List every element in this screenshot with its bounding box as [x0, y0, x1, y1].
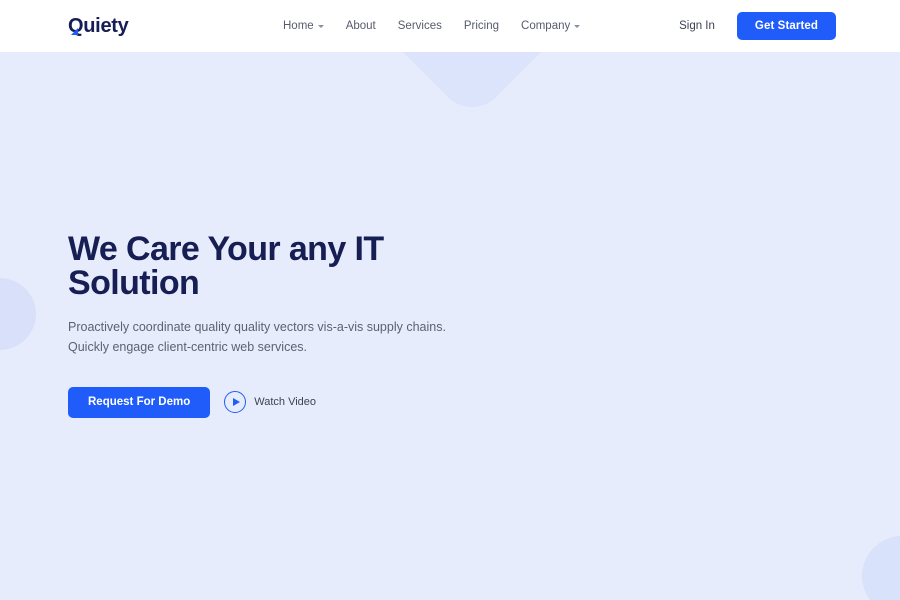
nav-item-company[interactable]: Company	[521, 20, 581, 32]
hero-content: We Care Your any IT Solution Proactively…	[68, 232, 468, 418]
play-icon	[224, 391, 247, 413]
nav-item-about-label: About	[345, 20, 376, 32]
nav-item-services[interactable]: Services	[398, 20, 442, 32]
nav-item-home[interactable]: Home	[283, 20, 324, 32]
nav-item-home-label: Home	[283, 20, 314, 32]
nav-item-about[interactable]: About	[346, 20, 376, 32]
nav-item-pricing-label: Pricing	[463, 20, 500, 32]
nav-item-services-label: Services	[397, 20, 442, 32]
watch-video-label: Watch Video	[254, 396, 317, 408]
logo-accent-icon	[71, 28, 78, 35]
logo-q-letter: Q	[68, 15, 84, 37]
hero-subtitle: Proactively coordinate quality quality v…	[68, 320, 446, 355]
request-demo-button[interactable]: Request For Demo	[68, 386, 211, 418]
chevron-down-icon	[317, 25, 324, 28]
logo[interactable]: Quiety	[68, 15, 129, 37]
background-circle-bottom-right	[862, 536, 900, 600]
landing-page: Quiety Home About Services Pricing Compa…	[0, 0, 900, 600]
page-title: We Care Your any IT Solution	[68, 230, 384, 302]
background-circle-left	[0, 278, 36, 350]
nav-item-pricing[interactable]: Pricing	[464, 20, 499, 32]
get-started-button[interactable]: Get Started	[736, 12, 836, 40]
main-navigation: Home About Services Pricing Company	[283, 20, 581, 32]
hero-artwork	[450, 110, 900, 530]
sign-in-link[interactable]: Sign In	[679, 20, 715, 32]
watch-video-link[interactable]: Watch Video	[224, 391, 316, 413]
logo-text: uiety	[83, 15, 129, 37]
chevron-down-icon	[574, 25, 581, 28]
site-header: Quiety Home About Services Pricing Compa…	[0, 0, 900, 52]
hero-cta-group: Request For Demo Watch Video	[68, 386, 468, 418]
nav-item-company-label: Company	[521, 20, 571, 32]
header-actions: Sign In Get Started	[679, 12, 836, 40]
